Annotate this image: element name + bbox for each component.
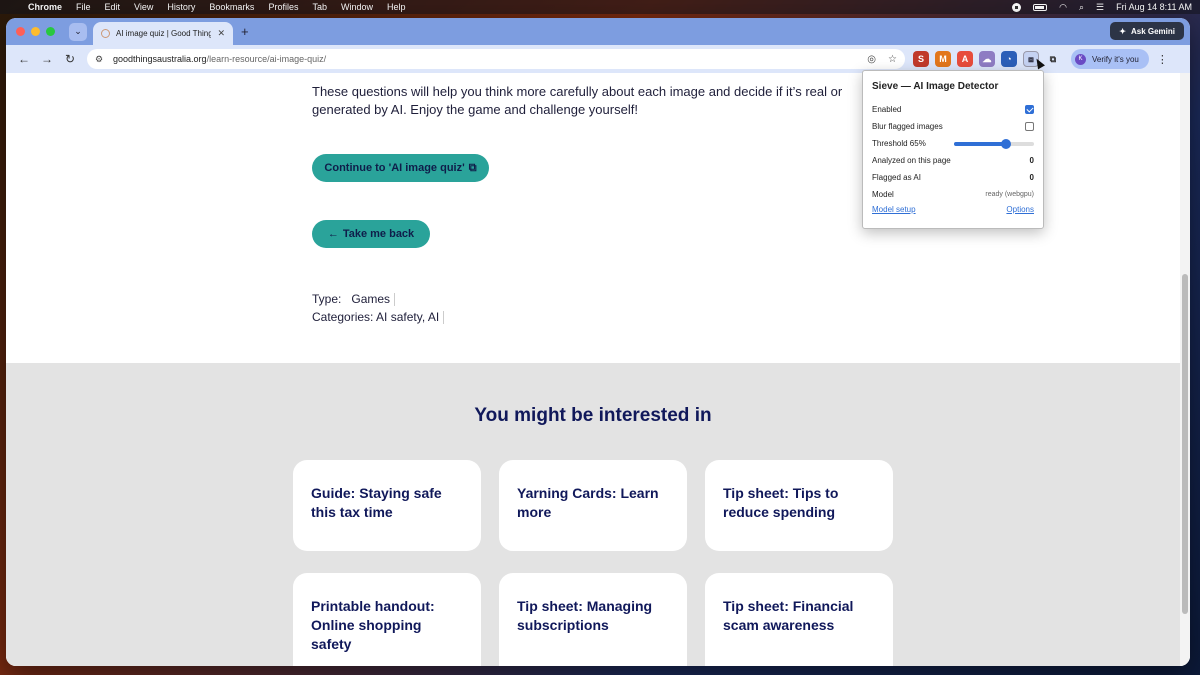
external-link-icon: ⧉ [468,161,477,174]
url-domain: goodthingsaustralia.org [113,54,207,64]
model-setup-link[interactable]: Model setup [872,205,916,214]
menubar-datetime[interactable]: Fri Aug 14 8:11 AM [1116,2,1192,12]
model-status: ready (webgpu) [985,191,1034,198]
threshold-label: Threshold 65% [872,139,926,148]
flagged-value: 0 [1029,173,1034,182]
gemini-sparkle-icon: ✦ [1119,26,1126,36]
back-arrow-icon[interactable]: ← [14,49,34,69]
wifi-icon[interactable]: ◠ [1059,2,1067,13]
acrobat-icon[interactable]: A [957,51,973,67]
related-card[interactable]: Tip sheet: Tips to reduce spending [705,460,893,551]
spotlight-search-icon[interactable]: ⌕ [1079,2,1084,13]
cloud-icon[interactable]: ☁ [979,51,995,67]
speed-icon[interactable]: ◔ [1001,51,1017,67]
site-favicon-icon [101,29,110,38]
menu-help[interactable]: Help [387,2,406,12]
menu-edit[interactable]: Edit [105,2,121,12]
threshold-row: Threshold 65% [872,135,1034,152]
type-value[interactable]: Games [351,292,390,306]
flagged-label: Flagged as AI [872,173,921,182]
menu-bookmarks[interactable]: Bookmarks [209,2,254,12]
type-label: Type: [312,292,342,306]
related-card[interactable]: Tip sheet: Managing subscriptions [499,573,687,666]
related-card[interactable]: Guide: Staying safe this tax time [293,460,481,551]
resource-categories: Categories: AI safety, AI [312,310,445,325]
enabled-label: Enabled [872,105,902,114]
related-card[interactable]: Yarning Cards: Learn more [499,460,687,551]
chrome-menu-icon[interactable]: ⋮ [1157,53,1168,66]
control-center-icon[interactable]: ☰ [1096,2,1104,13]
minimize-window-button[interactable] [31,27,40,36]
flagged-row: Flagged as AI 0 [872,169,1034,186]
menu-window[interactable]: Window [341,2,373,12]
analyzed-row: Analyzed on this page 0 [872,152,1034,169]
reload-icon[interactable]: ↻ [60,49,80,69]
popup-title: Sieve — AI Image Detector [872,81,999,92]
s-extension-icon[interactable]: S [913,51,929,67]
macos-menubar: Chrome File Edit View History Bookmarks … [0,0,1200,14]
analyzed-value: 0 [1029,156,1034,165]
threshold-slider-fill [954,141,1006,146]
back-arrow-icon: ← [327,228,339,240]
close-window-button[interactable] [16,27,25,36]
threshold-slider[interactable] [954,138,1034,149]
menu-tab[interactable]: Tab [312,2,327,12]
url-path: /learn-resource/ai-image-quiz/ [206,54,327,64]
blur-row: Blur flagged images [872,118,1034,135]
profile-avatar: K [1075,53,1086,65]
blur-label: Blur flagged images [872,122,943,131]
extensions-puzzle-icon[interactable]: ⧉ [1045,51,1061,67]
sieve-extension-popup: Sieve — AI Image Detector Enabled Blur f… [862,70,1044,229]
menu-file[interactable]: File [76,2,91,12]
new-tab-button[interactable]: + [241,24,249,39]
continue-label: Continue to 'AI image quiz' [324,162,465,174]
model-label: Model [872,190,894,199]
screen-record-icon[interactable] [1012,2,1022,12]
categories-label: Categories: [312,310,374,324]
model-row: Model ready (webgpu) [872,186,1034,203]
take-me-back-button[interactable]: ← Take me back [312,220,430,248]
verify-profile-button[interactable]: K Verify it's you [1071,49,1149,69]
related-title: You might be interested in [474,405,712,426]
scrollbar-thumb[interactable] [1182,274,1188,614]
tab-search-chevron-icon[interactable]: ⌄ [69,22,87,41]
threshold-slider-knob[interactable] [1001,138,1011,149]
maximize-window-button[interactable] [46,27,55,36]
browser-toolbar: ← → ↻ ⚙ goodthingsaustralia.org/learn-re… [6,45,1190,73]
options-link[interactable]: Options [1006,205,1034,214]
menu-app-chrome[interactable]: Chrome [28,2,62,12]
page-scrollbar[interactable] [1180,73,1190,666]
enabled-row: Enabled [872,101,1034,118]
tab-strip: ⌄ AI image quiz | Good Things F ✕ + ✦ As… [6,18,1190,45]
menu-view[interactable]: View [134,2,153,12]
continue-quiz-button[interactable]: Continue to 'AI image quiz' ⧉ [312,154,489,182]
eye-slash-icon[interactable]: ◎ [867,54,876,65]
categories-value[interactable]: AI safety, AI [376,310,439,324]
tab-close-icon[interactable]: ✕ [217,28,225,39]
intro-text: These questions will help you think more… [312,84,843,117]
menu-history[interactable]: History [167,2,195,12]
analyzed-label: Analyzed on this page [872,156,951,165]
related-card[interactable]: Printable handout: Online shopping safet… [293,573,481,666]
tab-title: AI image quiz | Good Things F [116,29,212,38]
site-info-icon[interactable]: ⚙ [95,54,105,64]
verify-label: Verify it's you [1092,54,1139,64]
ask-gemini-label: Ask Gemini [1130,26,1175,36]
enabled-checkbox[interactable] [1025,105,1034,114]
related-card[interactable]: Tip sheet: Financial scam awareness [705,573,893,666]
metamask-icon[interactable]: M [935,51,951,67]
battery-icon[interactable] [1033,3,1048,11]
forward-arrow-icon[interactable]: → [37,49,57,69]
related-section: You might be interested in Guide: Stayin… [6,363,1180,666]
window-controls [16,27,55,36]
bookmark-star-icon[interactable]: ☆ [888,54,897,65]
back-label: Take me back [342,228,415,240]
resource-type: Type: Games [312,292,396,307]
address-bar[interactable]: ⚙ goodthingsaustralia.org/learn-resource… [87,49,905,69]
popup-links: Model setup Options [872,205,1034,214]
tab-active[interactable]: AI image quiz | Good Things F ✕ [93,22,233,45]
ask-gemini-button[interactable]: ✦ Ask Gemini [1110,22,1184,40]
blur-checkbox[interactable] [1025,122,1034,131]
menu-profiles[interactable]: Profiles [268,2,298,12]
